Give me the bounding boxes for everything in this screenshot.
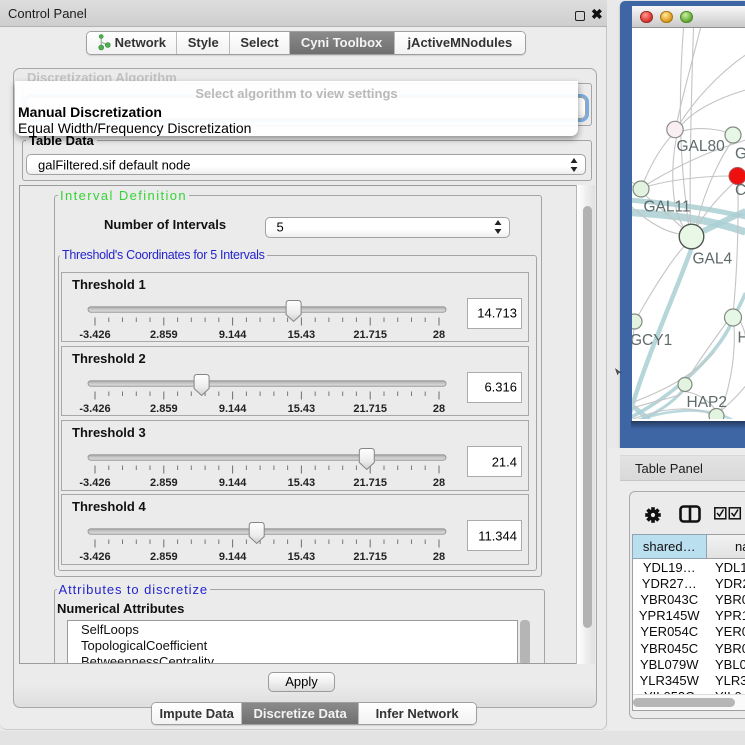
svg-text:GAL11: GAL11 bbox=[643, 199, 690, 216]
svg-text:15.43: 15.43 bbox=[288, 329, 316, 341]
svg-text:-3.426: -3.426 bbox=[79, 551, 110, 563]
svg-text:-3.426: -3.426 bbox=[79, 329, 110, 341]
svg-text:21.715: 21.715 bbox=[353, 329, 387, 341]
svg-text:2.859: 2.859 bbox=[150, 551, 178, 563]
svg-text:21.715: 21.715 bbox=[353, 477, 387, 489]
svg-text:28: 28 bbox=[433, 551, 445, 563]
svg-text:-3.426: -3.426 bbox=[79, 477, 110, 489]
svg-text:GAL4: GAL4 bbox=[692, 251, 732, 268]
svg-text:9.144: 9.144 bbox=[219, 329, 247, 341]
svg-text:9.144: 9.144 bbox=[219, 403, 247, 415]
svg-text:GAL80: GAL80 bbox=[676, 138, 725, 155]
svg-text:15.43: 15.43 bbox=[288, 477, 316, 489]
svg-text:C: C bbox=[735, 182, 745, 199]
svg-text:9.144: 9.144 bbox=[219, 477, 247, 489]
svg-text:15.43: 15.43 bbox=[288, 403, 316, 415]
svg-text:28: 28 bbox=[433, 403, 445, 415]
svg-text:28: 28 bbox=[433, 329, 445, 341]
svg-text:2.859: 2.859 bbox=[150, 403, 178, 415]
svg-text:GA: GA bbox=[735, 146, 745, 163]
svg-text:HAP2: HAP2 bbox=[686, 394, 727, 411]
svg-text:2.859: 2.859 bbox=[150, 477, 178, 489]
svg-text:-3.426: -3.426 bbox=[79, 403, 110, 415]
svg-text:2.859: 2.859 bbox=[150, 329, 178, 341]
svg-text:21.715: 21.715 bbox=[353, 551, 387, 563]
svg-text:H: H bbox=[737, 330, 745, 347]
svg-text:28: 28 bbox=[433, 477, 445, 489]
svg-text:GCY1: GCY1 bbox=[632, 332, 672, 349]
svg-text:15.43: 15.43 bbox=[288, 551, 316, 563]
svg-text:21.715: 21.715 bbox=[353, 403, 387, 415]
svg-text:9.144: 9.144 bbox=[219, 551, 247, 563]
